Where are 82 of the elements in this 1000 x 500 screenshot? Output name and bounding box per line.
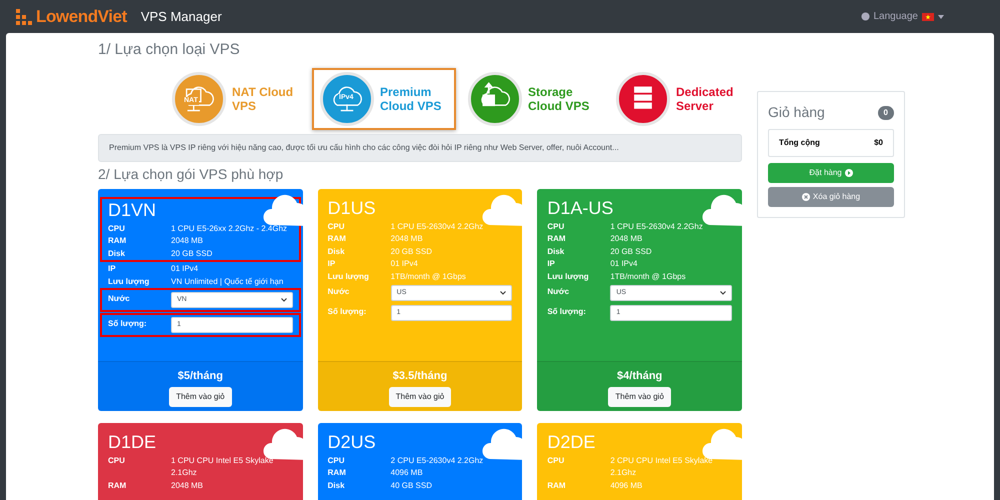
field-label: Nước [108,293,131,305]
spec-value: 1 CPU E5-26xx 2.2Ghz - 2.4Ghz [171,222,288,234]
description-alert: Premium VPS là VPS IP riêng với hiệu năng cao, được tối ưu cấu hình cho các công việc đòi hỏi IP riêng như Web Server, offer, nuôi Account... [98,134,742,162]
spec-label: Lưu lượng [108,276,150,288]
spec-label: Disk [328,246,346,258]
spec-value: 01 IPv4 [610,258,638,270]
caret-icon [938,14,944,18]
vps-type-tab[interactable]: Dedicated Server [608,68,752,130]
close-circle-icon [802,193,810,201]
spec-value: 2 CPU CPU Intel E5 Skylake 2.1Ghz [610,454,714,479]
spec-label: RAM [108,235,128,247]
section-heading: 2/ Lựa chọn gói VPS phù hợp [98,164,284,184]
total-value: $0 [874,137,883,149]
spec-label: RAM [547,233,567,245]
spec-value: 40 GB SSD [390,480,434,492]
vps-type-tab[interactable]: Storage Cloud VPS [460,68,604,130]
total-label: Tổng cộng [779,137,820,149]
spec-value: 1TB/month @ 1Gbps [610,270,687,283]
spec-label: CPU [328,220,346,232]
field-label: Số lượng: [108,318,148,330]
spec-value: 01 IPv4 [390,258,419,270]
spec-label: RAM [547,480,567,492]
plan-title: D2US [328,430,377,452]
spec-value: 20 GB SSD [610,246,653,258]
language-menu[interactable]: Language [860,9,944,24]
plan-title: D1A-US [547,196,614,218]
spec-label: CPU [108,454,126,466]
spec-label: CPU [108,222,126,234]
chevron-icon [720,291,726,295]
brand-logo[interactable]: LowendViet [36,4,127,30]
plan-title: D1US [328,196,377,218]
spec-label: CPU [547,454,566,466]
plan-price: $4/tháng [617,368,662,384]
spec-label: Lưu lượng [547,270,590,283]
spec-label: IP [108,263,117,275]
spec-label: Lưu lượng [328,270,370,283]
spec-label: CPU [547,220,566,232]
field-label: Số lượng: [547,306,587,318]
add-to-cart-button[interactable]: Thêm vào giỏ [388,387,452,407]
spec-label: IP [328,258,336,270]
spec-value: 20 GB SSD [171,248,214,260]
spec-label: Disk [547,246,566,258]
spec-value: 2048 MB [171,480,204,492]
logo-icon [16,8,32,24]
spec-label: RAM [108,480,128,492]
spec-value: 2048 MB [610,233,644,245]
spec-value: 1 CPU CPU Intel E5 Skylake 2.1Ghz [171,454,274,479]
add-to-cart-button[interactable]: Thêm vào giỏ [169,387,232,407]
spec-value: 1 CPU E5-2630v4 2.2Ghz [390,220,484,232]
flag-icon [922,12,934,20]
cart-count: 0 [878,106,894,120]
spec-label: CPU [328,454,346,466]
plan-price: $5/tháng [178,368,223,384]
plan-price: $3.5/tháng [392,368,448,384]
spec-value: 01 IPv4 [171,263,200,275]
spec-label: Disk [328,480,346,492]
app-title: VPS Manager [140,8,222,26]
chevron-icon [500,291,506,295]
cart-title: Giỏ hàng [768,103,825,122]
spec-label: RAM [328,467,347,479]
section-heading: 1/ Lựa chọn loại VPS [98,40,241,60]
field-label: Nước [547,286,570,298]
spec-value: 4096 MB [610,480,644,492]
plan-title: D2DE [547,430,596,452]
spec-value: 2048 MB [390,233,424,245]
plan-title: D1DE [108,430,158,452]
spec-value: 1 CPU E5-2630v4 2.2Ghz [610,220,704,232]
spec-label: Disk [108,248,126,260]
spec-value: 2 CPU E5-2630v4 2.2Ghz [390,454,484,466]
plan-title: D1VN [108,198,158,220]
spec-label: IP [547,258,556,270]
spec-value: VN Unlimited | Quốc tế giới hạn [171,276,284,288]
spec-value: 20 GB SSD [390,246,434,258]
spec-value: 2048 MB [171,235,204,247]
spec-value: 1TB/month @ 1Gbps [390,270,467,283]
add-to-cart-button[interactable]: Thêm vào giỏ [608,387,671,407]
arrow-circle-icon [844,169,853,177]
spec-label: RAM [328,233,347,245]
chevron-icon [280,298,287,302]
field-label: Nước [328,286,350,298]
spec-value: 4096 MB [390,467,424,479]
field-label: Số lượng: [328,306,368,318]
